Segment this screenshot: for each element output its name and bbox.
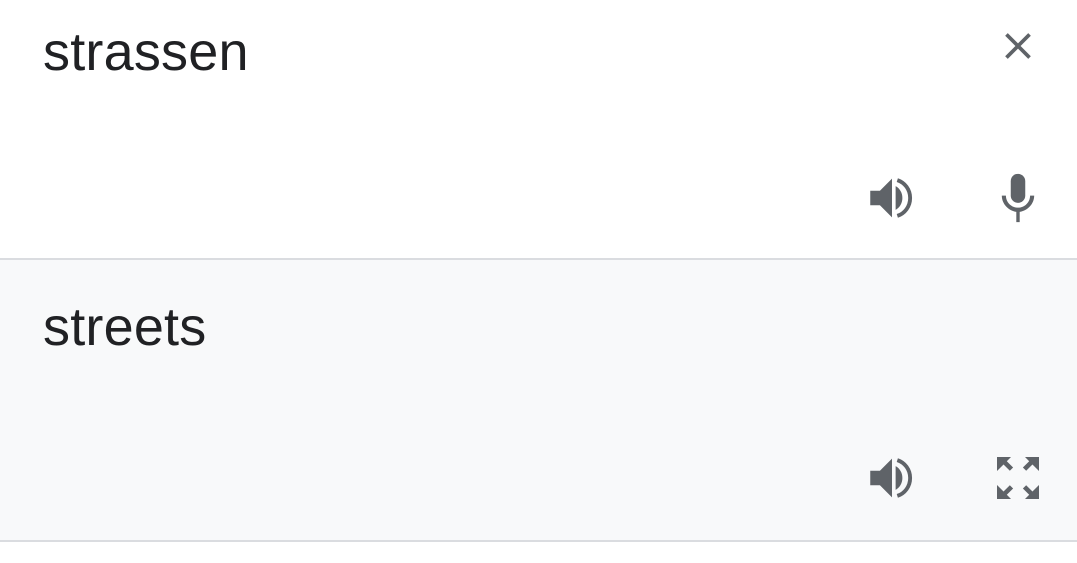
- source-panel: strassen: [0, 0, 1077, 260]
- speaker-icon: [870, 178, 913, 218]
- fullscreen-icon: [997, 457, 1039, 499]
- translation-text: streets: [43, 297, 207, 357]
- result-panel: streets: [0, 260, 1077, 542]
- listen-source-button[interactable]: [860, 166, 924, 230]
- clear-button[interactable]: [986, 14, 1050, 78]
- fullscreen-button[interactable]: [986, 446, 1050, 510]
- close-icon: [1005, 33, 1031, 59]
- page-background: [0, 542, 1077, 563]
- source-text[interactable]: strassen: [43, 21, 249, 83]
- listen-translation-button[interactable]: [860, 446, 924, 510]
- microphone-icon: [1001, 173, 1035, 223]
- speaker-icon: [870, 458, 913, 498]
- voice-input-button[interactable]: [986, 166, 1050, 230]
